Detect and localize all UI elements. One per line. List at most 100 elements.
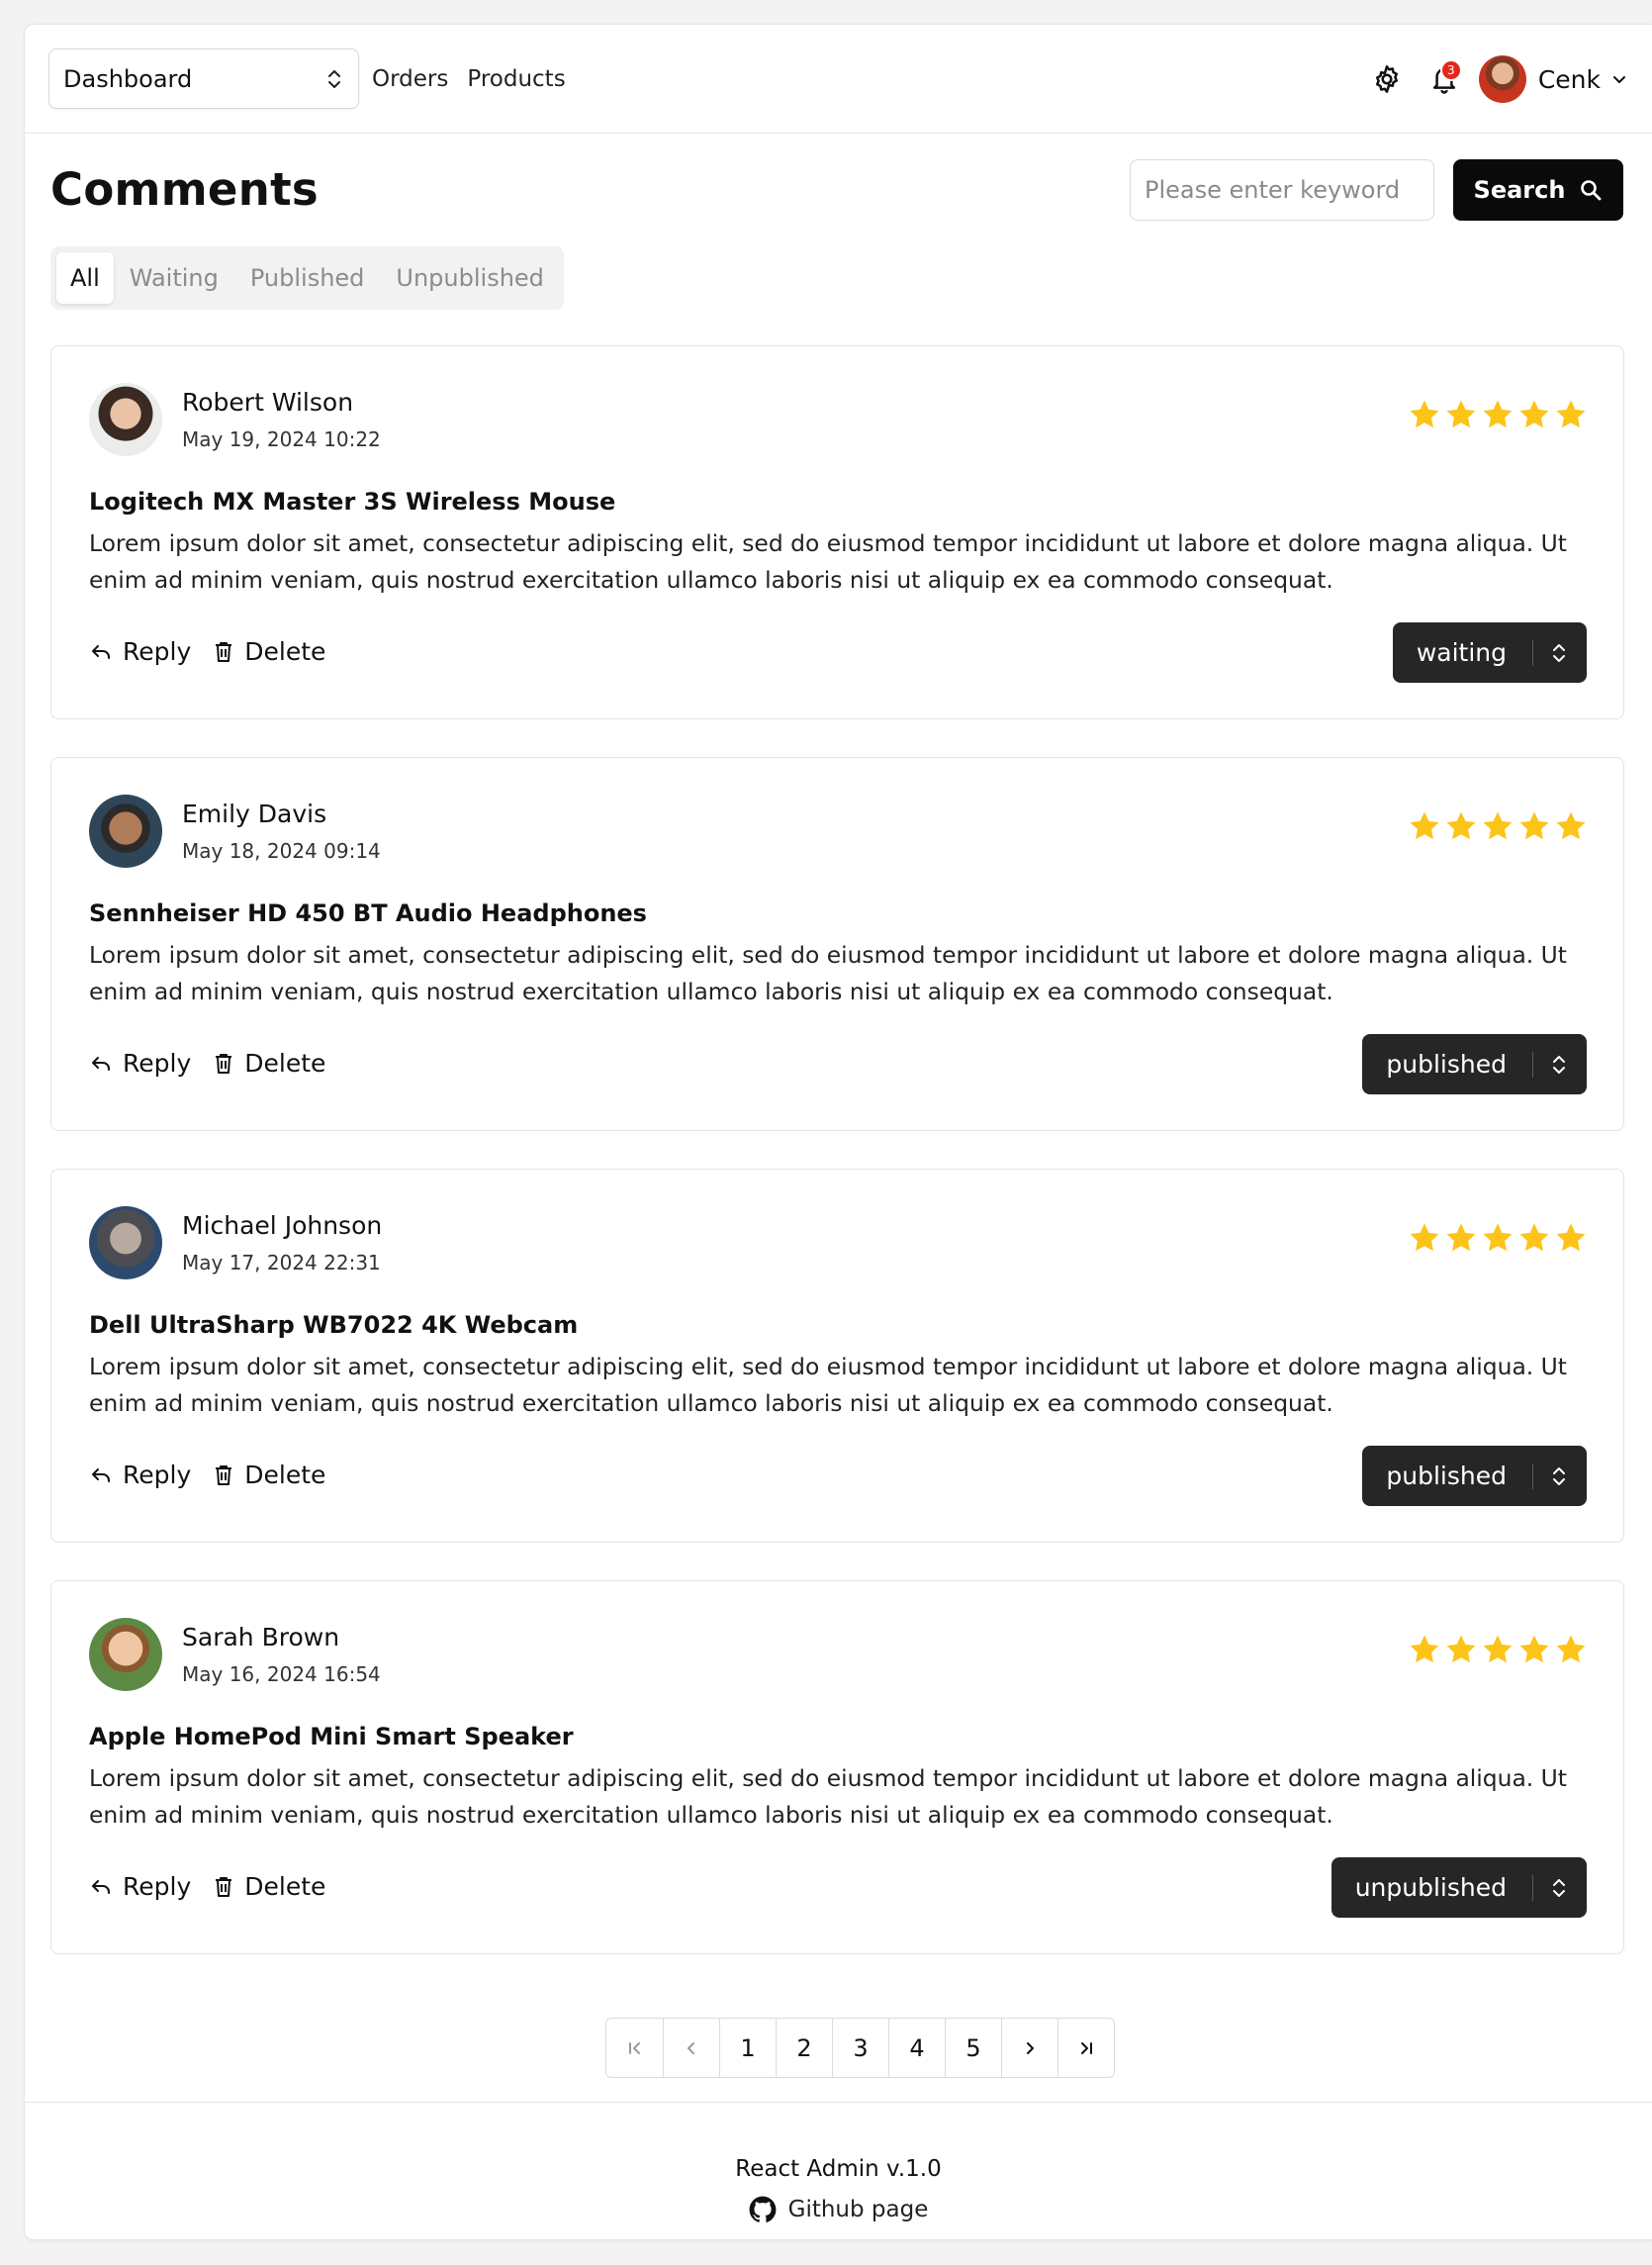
last-page-button[interactable] <box>1057 2019 1114 2077</box>
comment-text: Lorem ipsum dolor sit amet, consectetur … <box>89 941 1567 1005</box>
avatar <box>89 795 162 868</box>
search-button[interactable]: Search <box>1453 159 1623 221</box>
tab-unpublished[interactable]: Unpublished <box>380 252 560 304</box>
header-actions: 3 Cenk <box>1367 25 1628 134</box>
reply-button[interactable]: Reply <box>89 1461 191 1489</box>
comment-actions: Reply Delete <box>89 1049 325 1078</box>
star-icon <box>1519 1635 1549 1663</box>
comment-date: May 16, 2024 16:54 <box>182 1662 381 1686</box>
delete-button[interactable]: Delete <box>213 637 325 666</box>
status-divider <box>1532 1874 1533 1901</box>
comment-product: Logitech MX Master 3S Wireless Mouse <box>89 488 616 516</box>
first-page-button[interactable] <box>606 2019 663 2077</box>
status-tabs: All Waiting Published Unpublished <box>50 246 564 310</box>
star-icon <box>1446 811 1476 840</box>
footer: React Admin v.1.0 Github page <box>25 2102 1652 2241</box>
status-divider <box>1532 1463 1533 1489</box>
comment-actions: Reply Delete <box>89 637 325 666</box>
search-icon <box>1581 180 1602 201</box>
tab-all[interactable]: All <box>56 252 114 304</box>
github-link[interactable]: Github page <box>25 2196 1652 2223</box>
comment-text: Lorem ipsum dolor sit amet, consectetur … <box>89 1764 1567 1829</box>
reply-button[interactable]: Reply <box>89 637 191 666</box>
avatar <box>89 1618 162 1691</box>
delete-button[interactable]: Delete <box>213 1049 325 1078</box>
delete-button[interactable]: Delete <box>213 1872 325 1901</box>
star-icon <box>1556 1223 1586 1252</box>
status-select[interactable]: published <box>1362 1446 1587 1506</box>
star-icon <box>1446 1223 1476 1252</box>
app-frame: Dashboard Orders Products 3 Cenk Comment… <box>24 24 1652 2240</box>
status-value: unpublished <box>1354 1873 1507 1902</box>
comment-date: May 17, 2024 22:31 <box>182 1251 381 1274</box>
status-select[interactable]: published <box>1362 1034 1587 1094</box>
page-button-5[interactable]: 5 <box>945 2019 1001 2077</box>
star-icon <box>1519 811 1549 840</box>
nav-select[interactable]: Dashboard <box>48 48 359 109</box>
top-navbar: Dashboard Orders Products 3 Cenk <box>25 25 1652 134</box>
gear-icon <box>1375 65 1398 93</box>
nav-select-value: Dashboard <box>63 64 193 93</box>
notifications-button[interactable]: 3 <box>1424 59 1464 99</box>
star-rating <box>1408 398 1588 431</box>
chevron-down-icon[interactable] <box>1610 70 1628 88</box>
trash-icon <box>216 1053 232 1074</box>
page-button-4[interactable]: 4 <box>888 2019 945 2077</box>
star-icon <box>1483 1635 1513 1663</box>
comment-author: Sarah Brown <box>182 1623 340 1652</box>
tab-waiting[interactable]: Waiting <box>114 252 234 304</box>
comment-card: Emily Davis May 18, 2024 09:14 Sennheise… <box>50 757 1624 1131</box>
delete-button[interactable]: Delete <box>213 1461 325 1489</box>
reply-button[interactable]: Reply <box>89 1872 191 1901</box>
github-icon <box>749 2196 777 2222</box>
reply-button[interactable]: Reply <box>89 1049 191 1078</box>
search-input[interactable] <box>1130 159 1434 221</box>
user-avatar[interactable] <box>1478 55 1526 103</box>
nav-link-orders[interactable]: Orders <box>372 66 448 92</box>
comment-actions: Reply Delete <box>89 1872 325 1901</box>
comment-author: Michael Johnson <box>182 1211 383 1240</box>
star-rating <box>1408 809 1588 843</box>
settings-button[interactable] <box>1367 59 1407 99</box>
star-icon <box>1446 1635 1476 1663</box>
select-chevrons-icon <box>1553 1055 1565 1074</box>
reply-icon <box>92 1467 110 1482</box>
trash-icon <box>216 1464 232 1485</box>
tab-published[interactable]: Published <box>234 252 381 304</box>
status-select[interactable]: unpublished <box>1331 1857 1587 1918</box>
page-button-3[interactable]: 3 <box>832 2019 888 2077</box>
next-page-button[interactable] <box>1001 2019 1057 2077</box>
reply-label: Reply <box>123 1049 192 1078</box>
reply-icon <box>92 1879 110 1894</box>
star-icon <box>1483 400 1513 428</box>
select-chevrons-icon <box>1553 643 1565 662</box>
trash-icon <box>216 1876 232 1897</box>
star-icon <box>1410 1223 1439 1252</box>
github-link-label: Github page <box>787 2197 929 2222</box>
comment-product: Dell UltraSharp WB7022 4K Webcam <box>89 1311 579 1339</box>
reply-label: Reply <box>123 637 192 666</box>
star-icon <box>1410 1635 1439 1663</box>
delete-label: Delete <box>244 1049 326 1078</box>
prev-page-button[interactable] <box>663 2019 719 2077</box>
nav-link-products[interactable]: Products <box>467 66 565 92</box>
star-icon <box>1519 400 1549 428</box>
star-icon <box>1446 400 1476 428</box>
page-title: Comments <box>50 163 319 216</box>
page-button-1[interactable]: 1 <box>719 2019 776 2077</box>
status-divider <box>1532 639 1533 666</box>
reply-icon <box>92 1056 110 1071</box>
select-chevrons-icon <box>1553 1878 1565 1897</box>
reply-icon <box>92 644 110 659</box>
first-page-icon <box>628 2041 640 2054</box>
user-name[interactable]: Cenk <box>1538 65 1601 94</box>
page-button-2[interactable]: 2 <box>776 2019 832 2077</box>
star-icon <box>1410 400 1439 428</box>
comment-card: Michael Johnson May 17, 2024 22:31 Dell … <box>50 1169 1624 1543</box>
status-value: waiting <box>1416 638 1507 667</box>
pagination: 1 2 3 4 5 <box>605 2018 1115 2078</box>
status-select[interactable]: waiting <box>1392 622 1587 683</box>
delete-label: Delete <box>244 1872 326 1901</box>
status-value: published <box>1386 1050 1507 1079</box>
trash-icon <box>216 641 232 662</box>
